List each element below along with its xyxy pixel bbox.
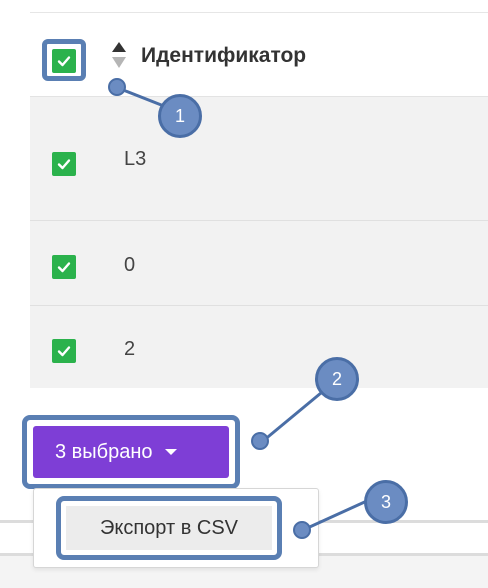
row-checkbox[interactable]	[52, 152, 76, 176]
callout-badge-1: 1	[158, 94, 202, 138]
caret-down-icon	[164, 449, 177, 455]
export-csv-menu-item[interactable]: Экспорт в CSV	[66, 506, 272, 550]
row-divider	[30, 220, 488, 221]
callout-anchor-3	[293, 521, 311, 539]
selected-count-button[interactable]: 3 выбрано	[33, 426, 229, 478]
row-checkbox[interactable]	[52, 255, 76, 279]
check-icon	[57, 262, 71, 273]
callout-anchor-1	[108, 78, 126, 96]
check-icon	[57, 159, 71, 170]
column-header-identifier[interactable]: Идентификатор	[141, 44, 306, 68]
table-body	[30, 97, 488, 388]
check-icon	[57, 346, 71, 357]
table-cell-identifier: L3	[124, 148, 147, 170]
callout-badge-2: 2	[315, 357, 359, 401]
table-cell-identifier: 0	[124, 254, 136, 276]
row-checkbox[interactable]	[52, 339, 76, 363]
highlight-frame-select-all	[42, 39, 86, 81]
callout-anchor-2	[251, 432, 269, 450]
table-cell-identifier: 2	[124, 338, 136, 360]
sort-icon[interactable]	[111, 41, 127, 69]
selected-count-label: 3 выбрано	[55, 440, 153, 463]
callout-badge-3: 3	[364, 480, 408, 524]
row-divider	[30, 305, 488, 306]
